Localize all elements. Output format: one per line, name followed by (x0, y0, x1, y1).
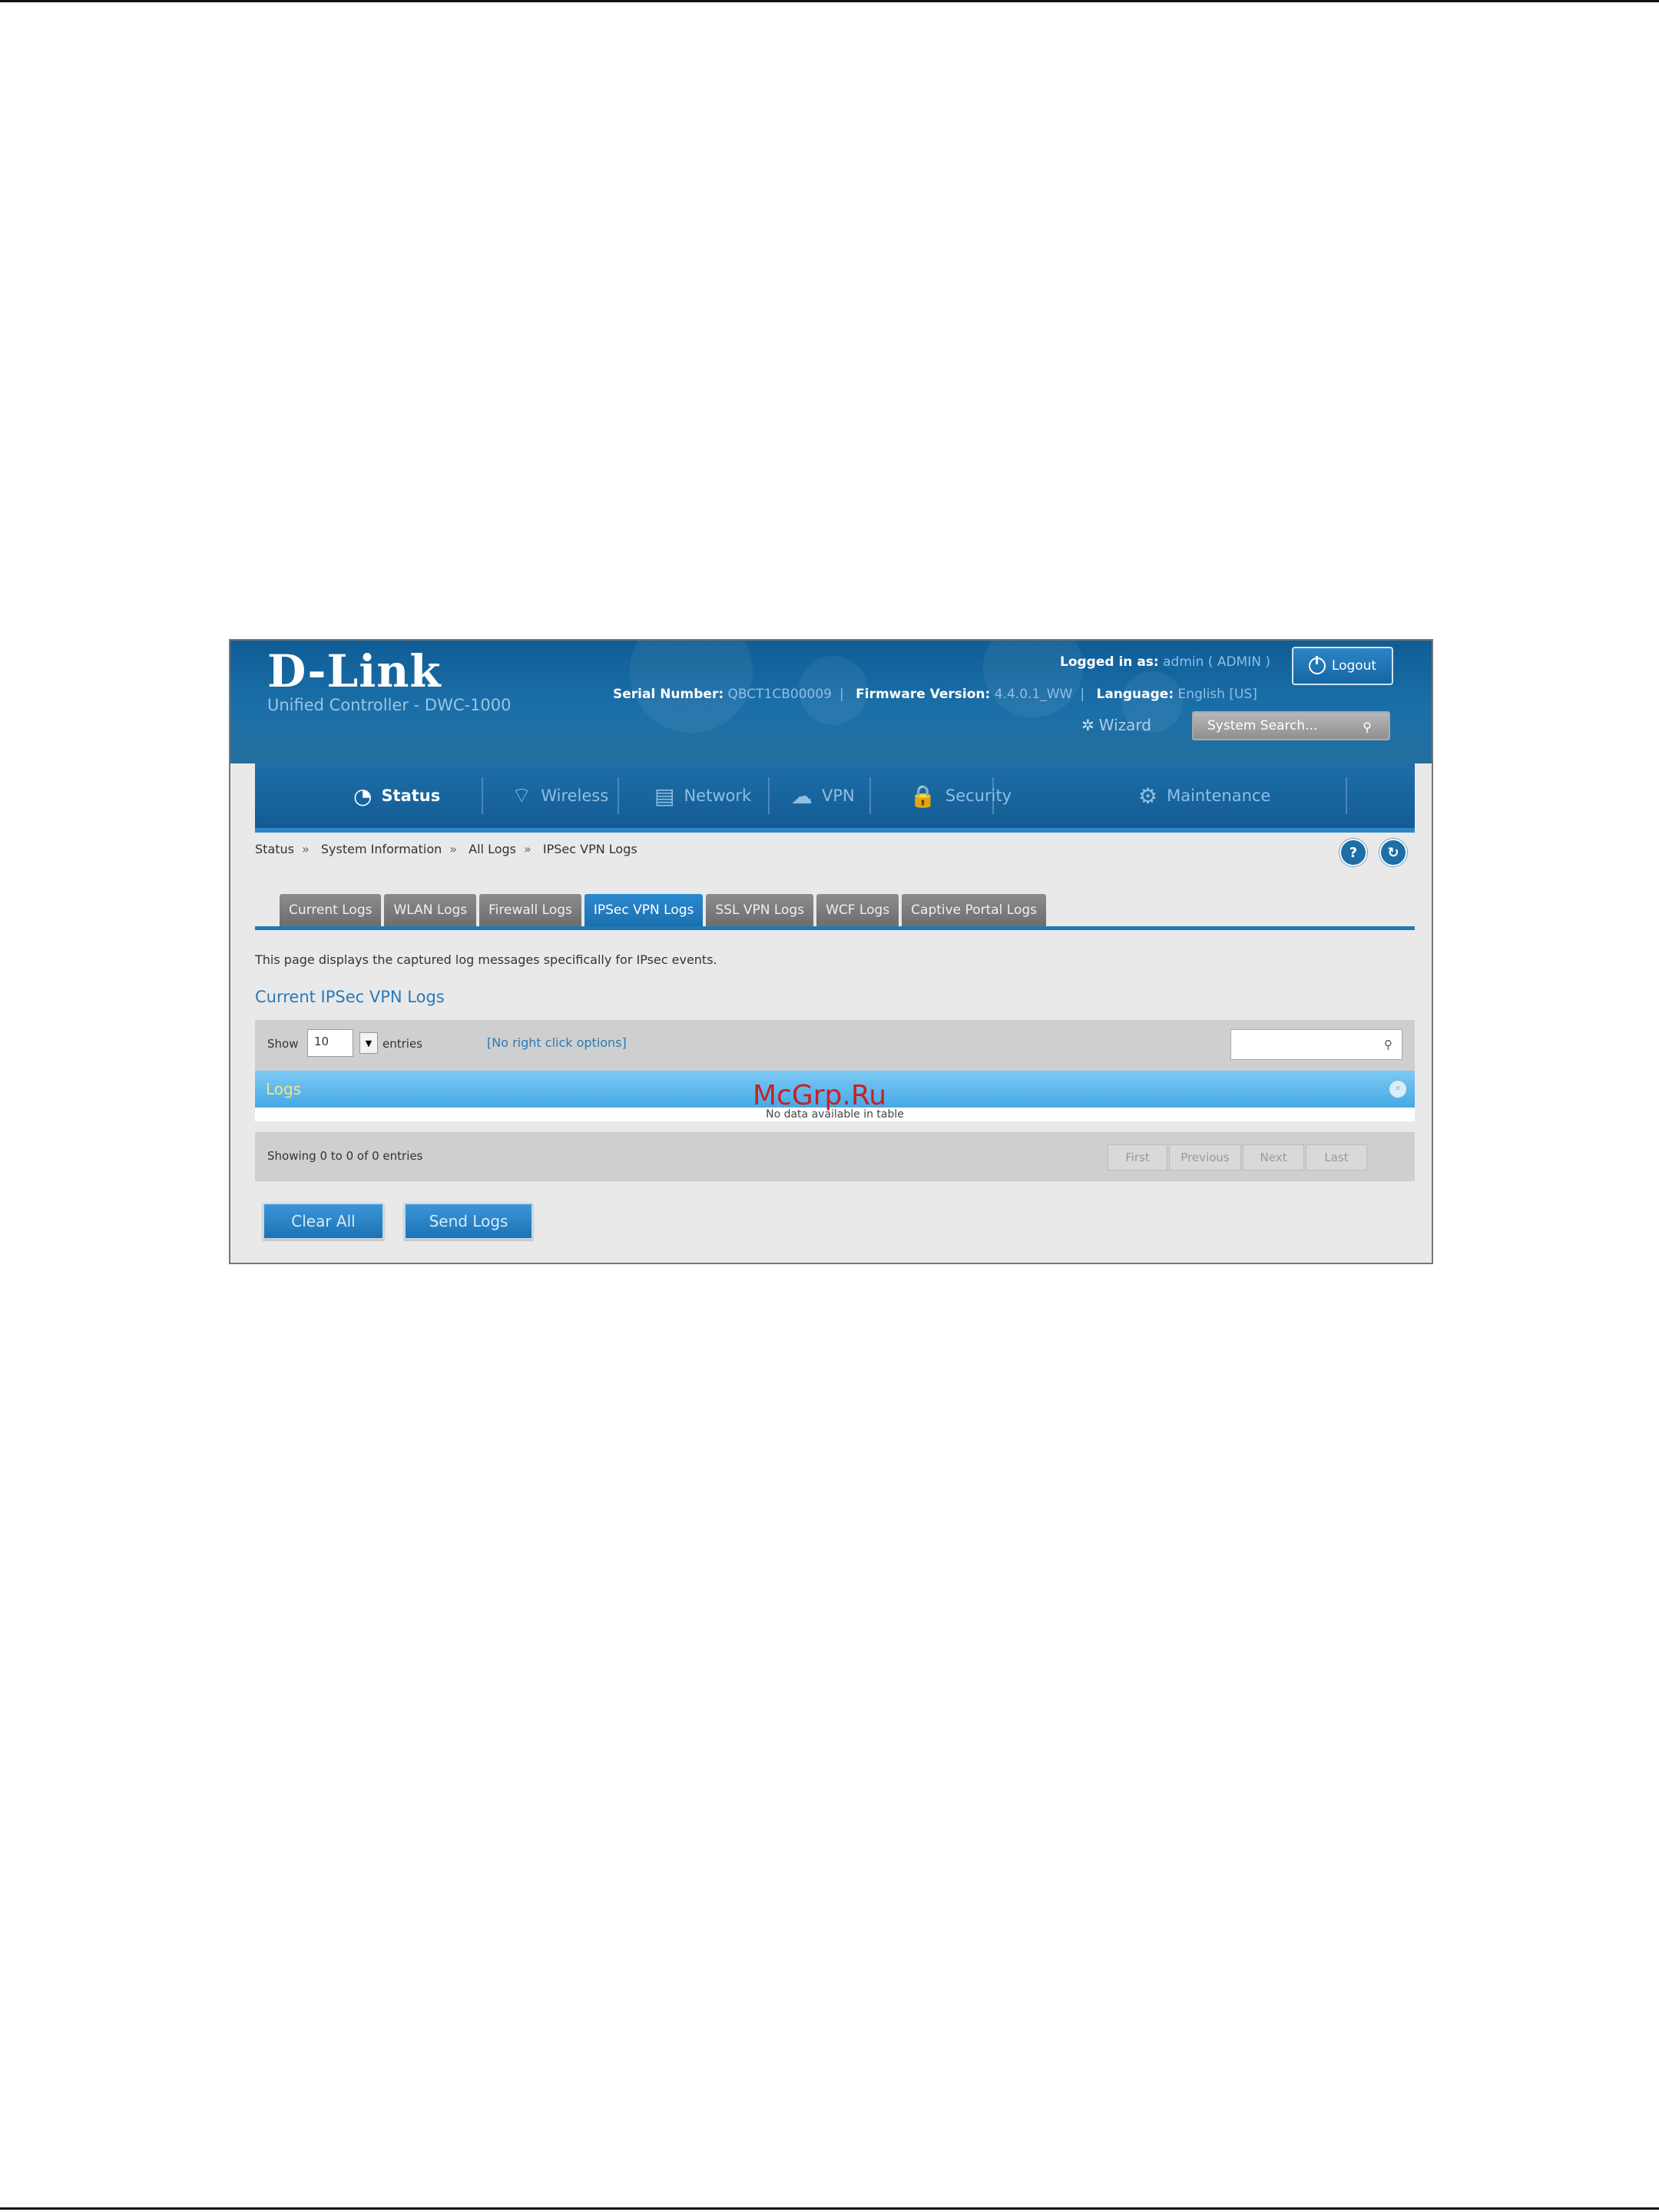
nav-item-maintenance[interactable]: ⚙ Maintenance (1138, 763, 1270, 828)
watermark-text: McGrp.Ru (753, 1080, 887, 1111)
wifi-icon: ⌔ (512, 782, 532, 808)
nav-item-status[interactable]: ◔ Status (353, 763, 440, 828)
tab-wcf-logs[interactable]: WCF Logs (816, 894, 899, 926)
app-header: D-Link Unified Controller - DWC-1000 Log… (230, 641, 1432, 763)
clear-all-button[interactable]: Clear All (263, 1203, 384, 1240)
lock-icon: 🔒 (909, 783, 936, 809)
system-search-placeholder: System Search... (1207, 718, 1318, 733)
last-page-button[interactable]: Last (1306, 1144, 1367, 1171)
nav-item-label: VPN (822, 786, 855, 805)
serial-label: Serial Number: (613, 687, 724, 702)
power-icon (1308, 656, 1326, 674)
first-page-button[interactable]: First (1108, 1144, 1167, 1171)
gauge-icon: ◔ (353, 783, 373, 809)
firmware-value: 4.4.0.1_WW (994, 687, 1073, 702)
nav-item-label: Security (945, 786, 1012, 805)
table-info: Showing 0 to 0 of 0 entries (267, 1149, 423, 1163)
page-bottom-rule (0, 2207, 1659, 2210)
cloud-icon: ☁ (791, 783, 813, 809)
show-label: Show (267, 1037, 299, 1051)
tab-ssl-vpn-logs[interactable]: SSL VPN Logs (706, 894, 814, 926)
nav-item-vpn[interactable]: ☁ VPN (791, 763, 855, 828)
nav-divider (618, 777, 619, 814)
header-decoration (630, 641, 753, 733)
breadcrumb-item[interactable]: Status (255, 842, 294, 856)
tab-ipsec-vpn-logs[interactable]: IPSec VPN Logs (584, 894, 704, 926)
page-description: This page displays the captured log mess… (255, 952, 717, 967)
right-click-hint: [No right click options] (487, 1035, 627, 1050)
nav-item-label: Maintenance (1167, 786, 1271, 805)
previous-page-button[interactable]: Previous (1169, 1144, 1241, 1171)
nav-item-network[interactable]: ▤ Network (654, 763, 751, 828)
dlink-logo: D-Link (267, 645, 442, 697)
tab-captive-portal-logs[interactable]: Captive Portal Logs (902, 894, 1047, 926)
main-nav: ◔ Status ⌔ Wireless ▤ Network ☁ VPN 🔒 Se… (255, 763, 1415, 833)
wand-icon: ✲ (1081, 716, 1094, 734)
chevron-down-icon[interactable]: ▼ (359, 1032, 378, 1054)
header-decoration (983, 641, 1083, 717)
nav-divider (1346, 777, 1347, 814)
logged-in-user-link[interactable]: admin ( ADMIN ) (1163, 654, 1270, 670)
logged-in-label: Logged in as: (1060, 654, 1159, 670)
network-icon: ▤ (654, 783, 675, 809)
breadcrumb-item[interactable]: All Logs (469, 842, 516, 856)
wizard-label: Wizard (1098, 716, 1151, 734)
nav-item-label: Status (381, 786, 441, 805)
entries-select[interactable]: 10 (307, 1029, 353, 1057)
nav-divider (869, 777, 871, 814)
entries-label: entries (382, 1037, 422, 1051)
tab-wlan-logs[interactable]: WLAN Logs (384, 894, 477, 926)
language-label: Language: (1096, 687, 1174, 702)
gears-icon: ⚙ (1138, 783, 1158, 809)
nav-item-label: Network (684, 786, 752, 805)
table-toolbar: Show 10 ▼ entries [No right click option… (255, 1020, 1415, 1071)
wizard-link[interactable]: ✲ Wizard (1081, 716, 1151, 734)
tab-underline (255, 926, 1415, 930)
logout-button[interactable]: Logout (1292, 647, 1393, 685)
device-info: Serial Number: QBCT1CB00009 | Firmware Ve… (613, 687, 1257, 702)
language-select-link[interactable]: English [US] (1178, 687, 1257, 702)
screenshot-frame: D-Link Unified Controller - DWC-1000 Log… (229, 639, 1433, 1264)
nav-divider (482, 777, 483, 814)
log-tabs: Current Logs WLAN Logs Firewall Logs IPS… (280, 894, 1047, 926)
pagination-bar: Showing 0 to 0 of 0 entries First Previo… (255, 1132, 1415, 1181)
next-page-button[interactable]: Next (1243, 1144, 1304, 1171)
nav-item-label: Wireless (541, 786, 609, 805)
send-logs-button[interactable]: Send Logs (404, 1203, 533, 1240)
firmware-label: Firmware Version: (856, 687, 991, 702)
refresh-icon[interactable]: ↻ (1379, 839, 1407, 866)
nav-item-wireless[interactable]: ⌔ Wireless (512, 763, 608, 828)
section-title: Current IPSec VPN Logs (255, 988, 445, 1006)
product-subtitle: Unified Controller - DWC-1000 (267, 696, 512, 714)
search-icon: ⚲ (1363, 720, 1372, 734)
logout-label: Logout (1331, 658, 1377, 674)
help-icon[interactable]: ? (1339, 839, 1367, 866)
breadcrumb-item[interactable]: System Information (321, 842, 442, 856)
table-search-input[interactable]: ⚲ (1230, 1029, 1402, 1060)
breadcrumb-current: IPSec VPN Logs (542, 842, 637, 856)
system-search-input[interactable]: System Search... ⚲ (1192, 711, 1390, 740)
nav-divider (768, 777, 770, 814)
page-top-rule (0, 0, 1659, 2)
breadcrumb: Status» System Information» All Logs» IP… (255, 842, 637, 856)
tab-firewall-logs[interactable]: Firewall Logs (479, 894, 581, 926)
search-icon: ⚲ (1384, 1038, 1392, 1051)
nav-item-security[interactable]: 🔒 Security (909, 763, 1012, 828)
tab-current-logs[interactable]: Current Logs (280, 894, 382, 926)
serial-value: QBCT1CB00009 (727, 687, 832, 702)
collapse-icon[interactable]: ◦ (1389, 1080, 1407, 1098)
login-info: Logged in as: admin ( ADMIN ) (1060, 654, 1270, 670)
logs-header-title: Logs (266, 1080, 302, 1098)
